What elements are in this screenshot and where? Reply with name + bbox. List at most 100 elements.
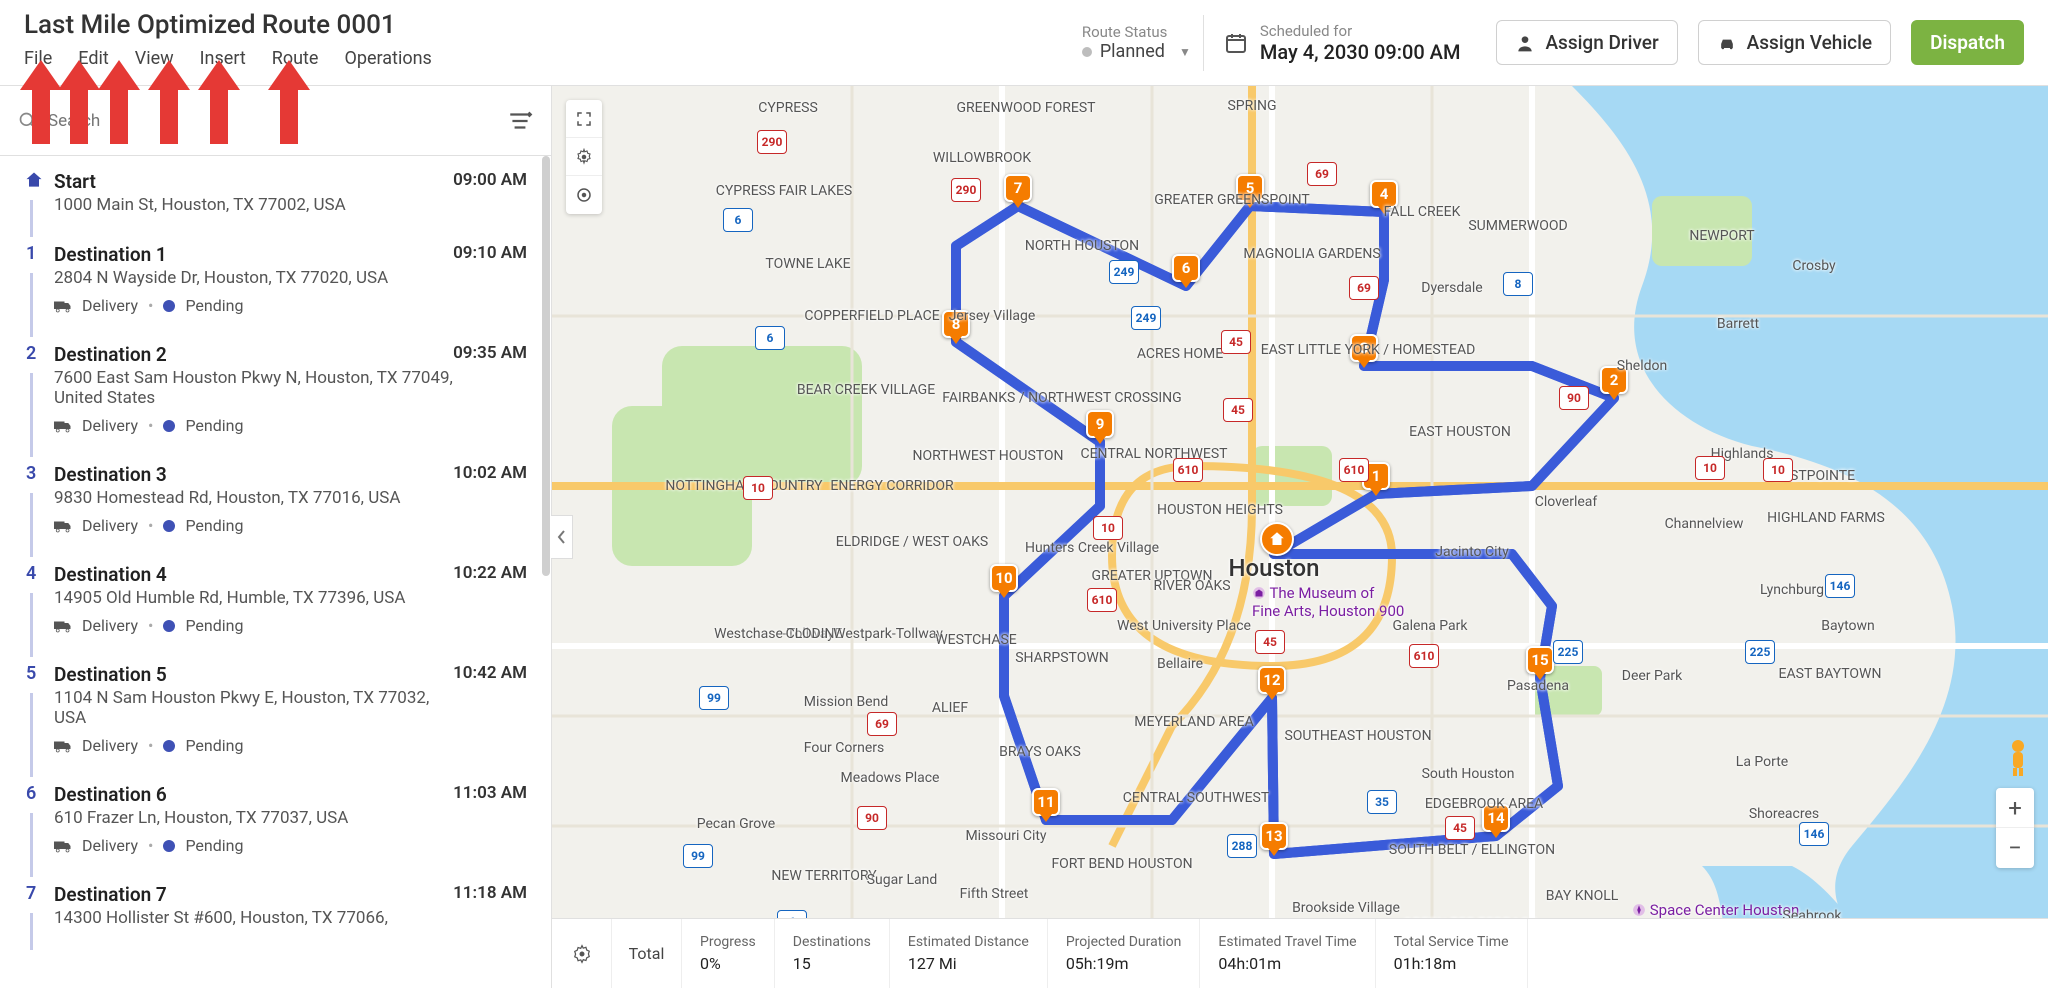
stat-label: Estimated Distance [908, 934, 1029, 950]
stop-title: Destination 2 [54, 343, 453, 366]
stop-type: Delivery [82, 296, 138, 315]
stop-type: Delivery [82, 836, 138, 855]
stop-title: Destination 6 [54, 783, 453, 806]
marker-label: 6 [1172, 254, 1200, 282]
stop-title: Destination 7 [54, 883, 453, 906]
timeline-line [30, 493, 33, 557]
stat-value: 0% [700, 954, 756, 973]
topbar-right: Route Status Planned ▼ Scheduled for May… [1082, 0, 2048, 85]
marker-15[interactable]: 15 [1526, 646, 1554, 678]
stop-type: Delivery [82, 616, 138, 635]
timeline-line [30, 273, 33, 337]
stop-status: Pending [185, 516, 243, 535]
scheduled-block[interactable]: Scheduled for May 4, 2030 09:00 AM [1224, 22, 1477, 64]
truck-icon [54, 619, 72, 633]
stat-col: Estimated Travel Time04h:01m [1200, 919, 1375, 988]
zoom-out-button[interactable]: − [1996, 828, 2034, 868]
route-status-block[interactable]: Route Status Planned ▼ [1082, 15, 1204, 71]
stat-label: Progress [700, 934, 756, 950]
status-dot-icon [163, 620, 175, 632]
stop-item[interactable]: Start1000 Main St, Houston, TX 77002, US… [0, 156, 551, 229]
marker-10[interactable]: 10 [990, 564, 1018, 596]
marker-label: 8 [942, 310, 970, 338]
route-status-label: Route Status [1082, 23, 1191, 41]
sidebar-collapse-button[interactable] [551, 515, 573, 559]
chevron-down-icon: ▼ [1179, 45, 1191, 59]
marker-label: 2 [1600, 366, 1628, 394]
stop-item[interactable]: 6Destination 6610 Frazer Ln, Houston, TX… [0, 769, 551, 869]
marker-11[interactable]: 11 [1032, 788, 1060, 820]
stop-address: 14300 Hollister St #600, Houston, TX 770… [54, 908, 453, 928]
stop-type: Delivery [82, 516, 138, 535]
marker-label: 14 [1482, 804, 1510, 832]
dispatch-label: Dispatch [1930, 31, 2005, 54]
marker-label: 4 [1370, 180, 1398, 208]
map-location-button[interactable] [566, 176, 602, 214]
zoom-in-button[interactable]: + [1996, 788, 2034, 828]
stop-address: 2804 N Wayside Dr, Houston, TX 77020, US… [54, 268, 453, 288]
assign-vehicle-button[interactable]: Assign Vehicle [1698, 20, 1891, 65]
annotation-arrow-4 [198, 60, 240, 144]
route-status-value: Planned ▼ [1082, 41, 1191, 62]
annotation-arrow-3 [148, 60, 190, 144]
dispatch-button[interactable]: Dispatch [1911, 20, 2024, 65]
stop-index: 7 [26, 883, 36, 904]
status-dot-icon [163, 300, 175, 312]
truck-icon [54, 519, 72, 533]
marker-12[interactable]: 12 [1258, 666, 1286, 698]
sort-icon[interactable] [507, 108, 533, 134]
stats-settings-button[interactable] [552, 919, 612, 988]
stop-type: Delivery [82, 736, 138, 755]
dot-separator: • [148, 416, 153, 435]
marker-8[interactable]: 8 [942, 310, 970, 342]
timeline-line [30, 813, 33, 877]
stop-meta: Delivery•Pending [54, 296, 533, 315]
assign-driver-button[interactable]: Assign Driver [1496, 20, 1677, 65]
annotation-arrow-1 [58, 60, 100, 144]
stop-meta: Delivery•Pending [54, 616, 533, 635]
map[interactable]: Houston The Museum of Fine Arts, Houston… [552, 86, 2048, 988]
stop-index: 1 [26, 243, 36, 264]
fullscreen-button[interactable] [566, 100, 602, 138]
stats-total-label: Total [612, 919, 682, 988]
stat-value: 01h:18m [1394, 954, 1509, 973]
stop-item[interactable]: 1Destination 12804 N Wayside Dr, Houston… [0, 229, 551, 329]
map-settings-button[interactable] [566, 138, 602, 176]
stop-title: Destination 3 [54, 463, 453, 486]
stop-index: 2 [26, 343, 36, 364]
marker-label: 12 [1258, 666, 1286, 694]
stat-value: 05h:19m [1066, 954, 1182, 973]
stat-label: Total Service Time [1394, 934, 1509, 950]
stops-list[interactable]: Start1000 Main St, Houston, TX 77002, US… [0, 156, 551, 988]
marker-1[interactable]: 1 [1362, 462, 1390, 494]
stop-index: 5 [26, 663, 36, 684]
gear-icon [572, 944, 592, 964]
marker-14[interactable]: 14 [1482, 804, 1510, 836]
marker-13[interactable]: 13 [1260, 822, 1288, 854]
marker-4[interactable]: 4 [1370, 180, 1398, 212]
stop-index: 6 [26, 783, 36, 804]
scheduled-value: May 4, 2030 09:00 AM [1260, 40, 1461, 64]
car-icon [1717, 33, 1737, 53]
menu-operations[interactable]: Operations [344, 48, 431, 69]
marker-9[interactable]: 9 [1086, 410, 1114, 442]
stop-item[interactable]: 5Destination 51104 N Sam Houston Pkwy E,… [0, 649, 551, 769]
marker-3[interactable]: 3 [1350, 334, 1378, 366]
scheduled-texts: Scheduled for May 4, 2030 09:00 AM [1260, 22, 1461, 64]
stat-col: Destinations15 [775, 919, 890, 988]
marker-5[interactable]: 5 [1236, 174, 1264, 206]
stop-item[interactable]: 7 Destination 714300 Hollister St #600, H… [0, 869, 551, 942]
truck-icon [54, 839, 72, 853]
pegman-icon[interactable] [2000, 738, 2036, 778]
stop-item[interactable]: 4Destination 414905 Old Humble Rd, Humbl… [0, 549, 551, 649]
marker-6[interactable]: 6 [1172, 254, 1200, 286]
marker-7[interactable]: 7 [1004, 174, 1032, 206]
zoom-controls: + − [1996, 788, 2034, 868]
stop-item[interactable]: 3Destination 39830 Homestead Rd, Houston… [0, 449, 551, 549]
marker-home[interactable] [1260, 522, 1288, 554]
stop-status: Pending [185, 296, 243, 315]
dot-separator: • [148, 836, 153, 855]
marker-2[interactable]: 2 [1600, 366, 1628, 398]
marker-label: 15 [1526, 646, 1554, 674]
stop-item[interactable]: 2Destination 27600 East Sam Houston Pkwy… [0, 329, 551, 449]
